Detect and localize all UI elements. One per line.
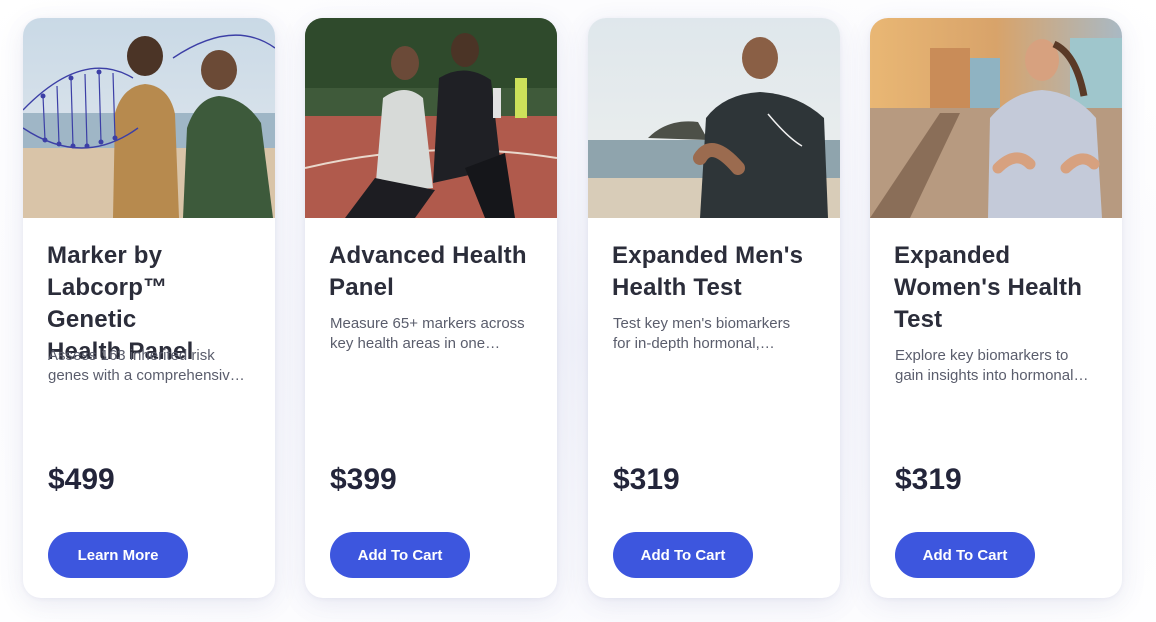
product-image[interactable] — [305, 18, 557, 218]
title-line: Labcorp™ Genetic — [47, 274, 168, 333]
description-line: gain insights into hormonal… — [895, 367, 1089, 384]
title-line: Women's Health — [894, 274, 1083, 301]
learn-more-button[interactable]: Learn More — [48, 532, 188, 578]
product-description: Explore key biomarkers to gain insights … — [895, 346, 1101, 386]
title-line: Panel — [329, 274, 395, 301]
description-line: Test key men's biomarkers — [613, 315, 791, 332]
add-to-cart-button[interactable]: Add To Cart — [613, 532, 753, 578]
product-card-genetic-panel[interactable]: Marker by Labcorp™ Genetic Health Panel … — [23, 18, 275, 598]
product-image[interactable] — [23, 18, 275, 218]
description-line: genes with a comprehensiv… — [48, 367, 245, 384]
product-price: $499 — [48, 463, 115, 496]
product-description: Assess 163 inherited risk genes with a c… — [48, 346, 254, 386]
product-title[interactable]: Expanded Women's Health Test — [894, 240, 1104, 336]
add-to-cart-button[interactable]: Add To Cart — [330, 532, 470, 578]
product-card-advanced-panel[interactable]: Advanced Health Panel Measure 65+ marker… — [305, 18, 557, 598]
product-image[interactable] — [588, 18, 840, 218]
description-line: for in-depth hormonal,… — [613, 335, 775, 352]
title-line: Health Test — [612, 274, 742, 301]
product-title[interactable]: Advanced Health Panel — [329, 240, 539, 304]
title-line: Advanced Health — [329, 242, 527, 269]
title-line: Expanded — [894, 242, 1011, 269]
product-title[interactable]: Expanded Men's Health Test — [612, 240, 822, 304]
product-card-womens-health[interactable]: Expanded Women's Health Test Explore key… — [870, 18, 1122, 598]
product-price: $319 — [895, 463, 962, 496]
product-card-mens-health[interactable]: Expanded Men's Health Test Test key men'… — [588, 18, 840, 598]
title-line: Marker by — [47, 242, 163, 269]
product-price: $319 — [613, 463, 680, 496]
title-line: Test — [894, 306, 943, 333]
product-image[interactable] — [870, 18, 1122, 218]
description-line: Explore key biomarkers to — [895, 347, 1069, 364]
product-price: $399 — [330, 463, 397, 496]
product-description: Measure 65+ markers across key health ar… — [330, 314, 536, 354]
product-description: Test key men's biomarkers for in-depth h… — [613, 314, 819, 354]
add-to-cart-button[interactable]: Add To Cart — [895, 532, 1035, 578]
description-line: key health areas in one… — [330, 335, 501, 352]
description-line: Measure 65+ markers across — [330, 315, 525, 332]
title-line: Expanded Men's — [612, 242, 804, 269]
description-line: Assess 163 inherited risk — [48, 347, 215, 364]
